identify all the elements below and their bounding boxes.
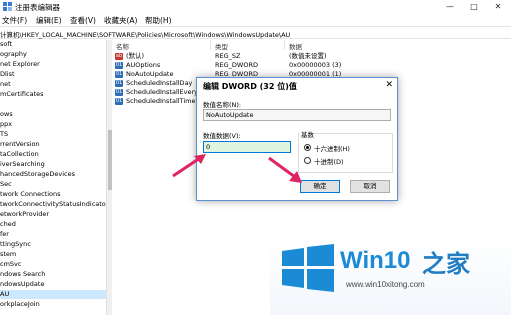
regedit-app-icon <box>3 2 12 11</box>
tree-item[interactable]: fer <box>0 230 106 239</box>
tree-item[interactable]: Dlist <box>0 70 106 79</box>
brand-url: www.win10xitong.com <box>346 280 425 289</box>
minimize-icon[interactable]: — <box>438 0 462 13</box>
cancel-button[interactable]: 取消 <box>350 180 390 193</box>
tree-item[interactable]: net <box>0 80 106 89</box>
tree-item[interactable]: mCertificates <box>0 90 106 99</box>
close-icon[interactable]: ✕ <box>486 0 510 13</box>
tree-item[interactable]: AU <box>0 290 106 299</box>
value-data-field[interactable]: 0 <box>203 141 291 153</box>
dword-value-icon: 01 <box>115 80 123 87</box>
radio-hex-label[interactable]: 十六进制(H) <box>314 143 350 153</box>
address-bar[interactable]: 计算机\HKEY_LOCAL_MACHINE\SOFTWARE\Policies… <box>0 26 511 39</box>
dword-value-icon: 01 <box>115 98 123 105</box>
dword-value-icon: 01 <box>115 89 123 96</box>
menu-help[interactable]: 帮助(H) <box>145 15 172 26</box>
value-name-field: NoAutoUpdate <box>203 109 391 121</box>
tree-item[interactable]: hancedStorageDevices <box>0 170 106 179</box>
address-path[interactable]: 计算机\HKEY_LOCAL_MACHINE\SOFTWARE\Policies… <box>0 29 290 39</box>
base-label: 基数 <box>300 129 315 139</box>
tree-item[interactable]: ttingSync <box>0 240 106 249</box>
column-header-name[interactable]: 名称 <box>116 41 129 51</box>
tree-item[interactable]: ows <box>0 110 106 119</box>
column-divider[interactable] <box>284 40 285 50</box>
tree-item[interactable]: etworkProvider <box>0 210 106 219</box>
value-name-label: 数值名称(N): <box>203 101 242 109</box>
tree-item[interactable]: iverSearching <box>0 160 106 169</box>
dialog-close-icon[interactable]: ✕ <box>385 80 393 90</box>
row-data: (数值未设置) <box>289 52 327 60</box>
windows-logo-icon <box>282 244 334 292</box>
tree-item[interactable]: ndows Search <box>0 270 106 279</box>
brand-name: Win10 <box>340 247 411 274</box>
dword-value-icon: 01 <box>115 71 123 78</box>
tree-item[interactable]: twork Connections <box>0 190 106 199</box>
tree-item[interactable] <box>0 100 106 109</box>
radio-decimal-label[interactable]: 十进制(D) <box>314 156 344 166</box>
tree-item[interactable]: Sec <box>0 180 106 189</box>
registry-value-row[interactable]: ab (默认) REG_SZ (数值未设置) <box>112 52 511 61</box>
watermark-brand: Win10 之家 www.win10xitong.com <box>270 234 511 315</box>
dialog-title-bar: 编辑 DWORD (32 位)值 ✕ <box>197 78 397 93</box>
annotation-arrow-icon <box>172 154 206 178</box>
dword-value-icon: 01 <box>115 62 123 69</box>
tree-item[interactable]: orkplaceJoin <box>0 300 106 309</box>
base-groupbox <box>298 133 393 173</box>
tree-item[interactable]: tworkConnectivityStatusIndicator <box>0 200 108 209</box>
tree-item[interactable]: rrentVersion <box>0 140 106 149</box>
row-type: REG_SZ <box>215 52 241 60</box>
window-title: 注册表编辑器 <box>15 3 60 12</box>
radio-hex[interactable] <box>304 144 311 151</box>
tree-item[interactable]: ppx <box>0 120 106 129</box>
column-header-data[interactable]: 数据 <box>289 41 302 51</box>
menu-view[interactable]: 查看(V) <box>70 15 96 26</box>
registry-tree[interactable]: soft ography net Explorer Dlist net mCertific… <box>0 40 108 315</box>
row-name: NoAutoUpdate <box>126 70 174 78</box>
maximize-icon[interactable]: □ <box>462 0 486 13</box>
row-name: ScheduledInstallTime <box>126 97 196 105</box>
tree-item[interactable]: cmSvc <box>0 260 106 269</box>
registry-value-row[interactable]: 01 AUOptions REG_DWORD 0x00000003 (3) <box>112 61 511 70</box>
row-type: REG_DWORD <box>215 61 258 69</box>
menu-bar: 文件(F) 编辑(E) 查看(V) 收藏夹(A) 帮助(H) <box>0 13 511 26</box>
column-header-type[interactable]: 类型 <box>215 41 228 51</box>
row-name: ScheduledInstallDay <box>126 79 193 87</box>
tree-item[interactable]: ched <box>0 220 106 229</box>
row-name: AUOptions <box>126 61 161 69</box>
tree-item[interactable]: ndowsUpdate <box>0 280 106 289</box>
tree-item[interactable]: ography <box>0 50 106 59</box>
dialog-title: 编辑 DWORD (32 位)值 <box>203 82 297 91</box>
row-name: (默认) <box>126 52 145 60</box>
tree-item[interactable]: soft <box>0 40 106 49</box>
menu-favorites[interactable]: 收藏夹(A) <box>104 15 137 26</box>
menu-file[interactable]: 文件(F) <box>2 15 27 26</box>
row-data: 0x00000003 (3) <box>289 61 342 69</box>
value-data-label: 数值数据(V): <box>203 132 241 140</box>
tree-item[interactable]: net Explorer <box>0 60 106 69</box>
brand-suffix: 之家 <box>422 250 470 278</box>
menu-edit[interactable]: 编辑(E) <box>36 15 62 26</box>
annotation-arrow-icon <box>268 156 302 183</box>
column-divider[interactable] <box>210 40 211 50</box>
string-value-icon: ab <box>115 53 123 60</box>
tree-item[interactable]: taCollection <box>0 150 106 159</box>
title-bar: 注册表编辑器 — □ ✕ <box>0 0 511 13</box>
tree-item[interactable]: stem <box>0 250 106 259</box>
tree-item[interactable]: TS <box>0 130 106 139</box>
